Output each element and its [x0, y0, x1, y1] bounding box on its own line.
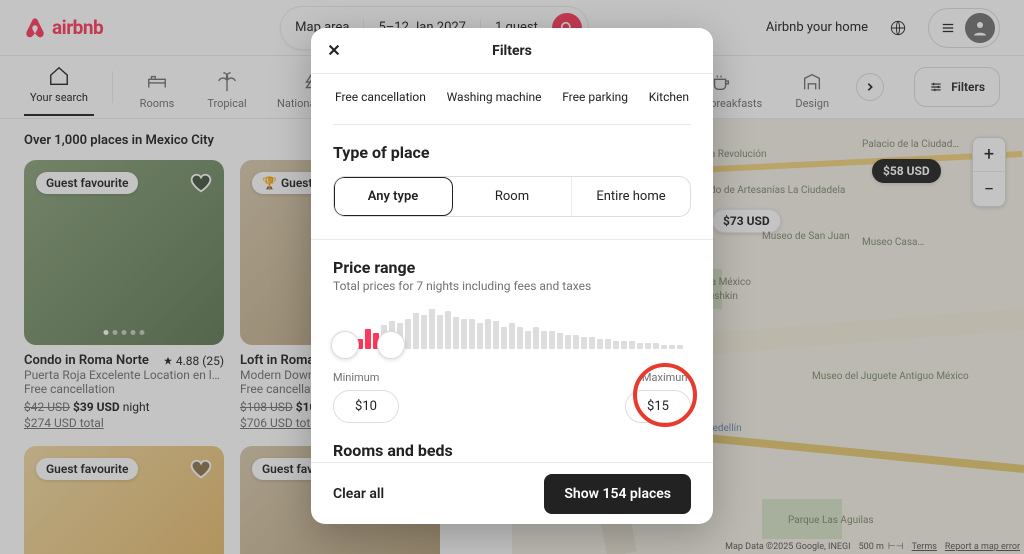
modal-footer: Clear all Show 154 places	[311, 462, 713, 524]
min-label: Minimum	[333, 371, 379, 384]
price-title: Price range	[333, 240, 691, 277]
rec-free-cancel[interactable]: Free cancellation	[335, 90, 426, 104]
seg-entire[interactable]: Entire home	[572, 177, 690, 216]
seg-room[interactable]: Room	[453, 177, 572, 216]
modal-header: Filters	[311, 28, 713, 74]
page: { "brand": {"name": "airbnb"}, "header":…	[0, 0, 1024, 554]
type-title: Type of place	[333, 125, 691, 162]
close-icon	[327, 43, 341, 57]
price-max-handle[interactable]	[377, 331, 405, 359]
filters-modal: Filters Free cancellation Washing machin…	[311, 28, 713, 524]
type-segmented: Any type Room Entire home	[333, 176, 691, 217]
clear-all-button[interactable]: Clear all	[333, 486, 384, 502]
price-minmax: Minimum $10 Maximum $15	[333, 371, 691, 423]
price-hint: Total prices for 7 nights including fees…	[333, 279, 691, 303]
modal-body: Free cancellation Washing machine Free p…	[311, 74, 713, 462]
rec-kitchen[interactable]: Kitchen	[649, 90, 689, 104]
rec-washer[interactable]: Washing machine	[447, 90, 542, 104]
rooms-title: Rooms and beds	[333, 423, 691, 460]
show-places-button[interactable]: Show 154 places	[544, 474, 691, 514]
rec-parking[interactable]: Free parking	[562, 90, 628, 104]
price-min-input[interactable]: $10	[333, 390, 399, 423]
modal-title: Filters	[492, 43, 532, 59]
price-min-handle[interactable]	[331, 331, 359, 359]
price-histogram	[333, 309, 691, 359]
price-max-input[interactable]: $15	[625, 390, 691, 423]
recommended-row: Free cancellation Washing machine Free p…	[333, 74, 691, 125]
max-label: Maximum	[642, 371, 691, 384]
seg-any[interactable]: Any type	[334, 177, 453, 216]
close-button[interactable]	[327, 43, 343, 59]
